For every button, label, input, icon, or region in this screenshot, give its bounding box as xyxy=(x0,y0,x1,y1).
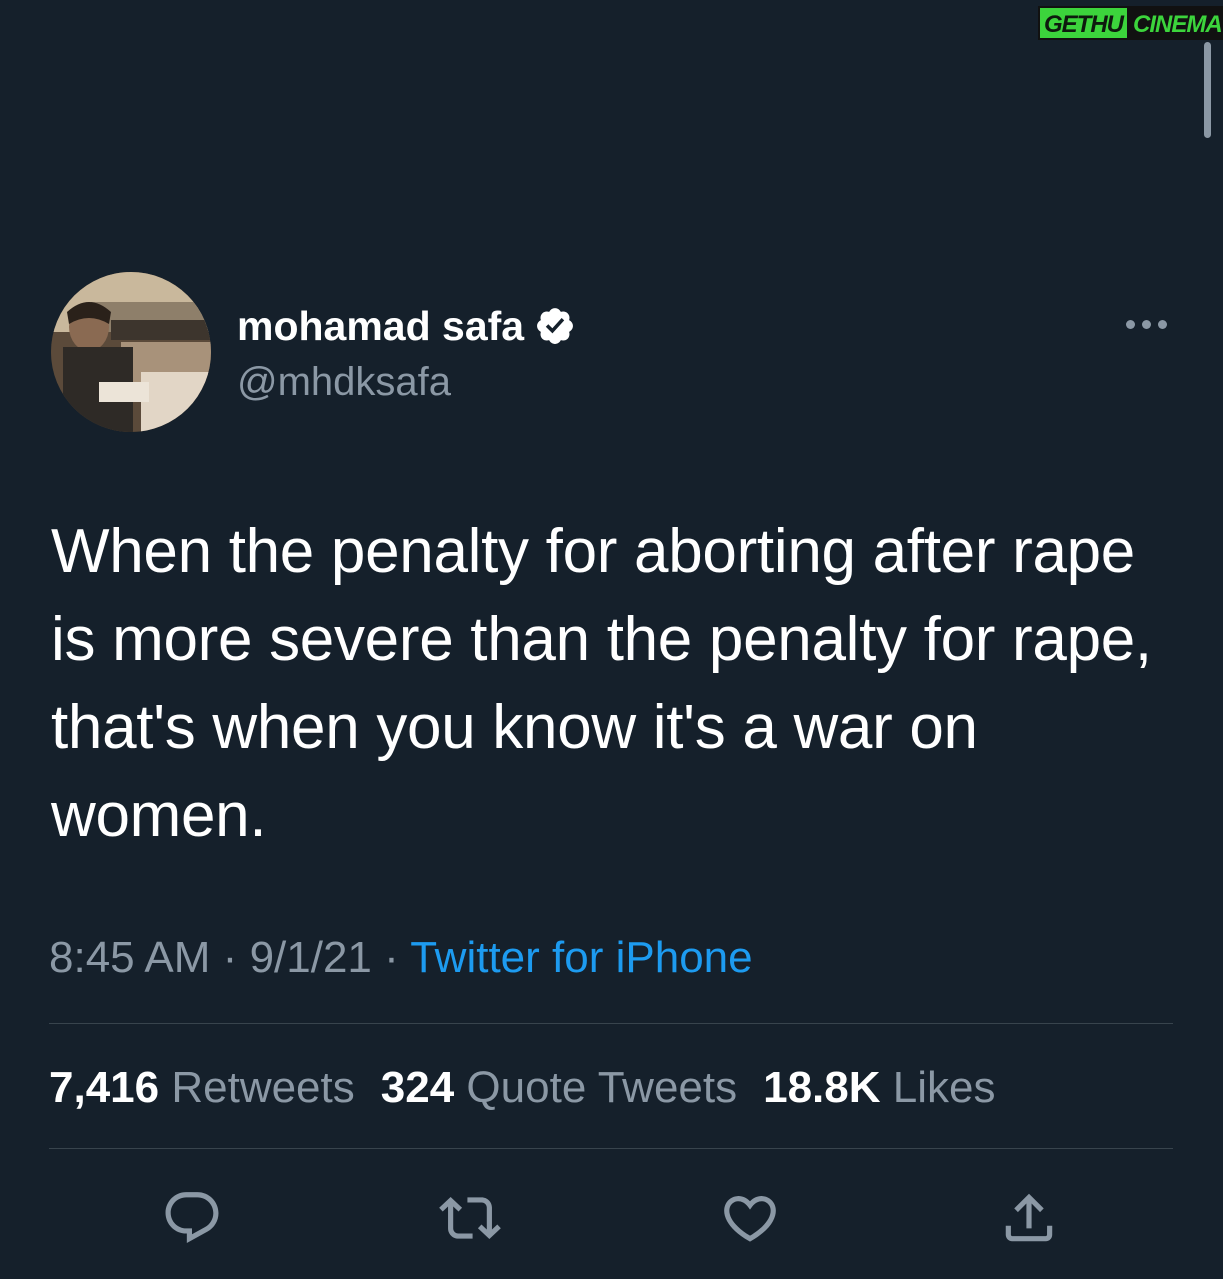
watermark-logo: GETHU CINEMA xyxy=(1038,6,1223,40)
divider xyxy=(49,1148,1173,1149)
tweet-date[interactable]: 9/1/21 xyxy=(250,933,372,982)
quote-tweets-label: Quote Tweets xyxy=(466,1063,738,1112)
avatar[interactable] xyxy=(51,272,211,432)
retweet-button[interactable] xyxy=(438,1186,502,1250)
more-options-button[interactable] xyxy=(1118,304,1174,344)
heart-icon xyxy=(724,1196,776,1242)
verified-badge-icon xyxy=(534,305,576,347)
like-button[interactable] xyxy=(718,1186,782,1250)
scrollbar[interactable] xyxy=(1204,42,1211,138)
tweet-time[interactable]: 8:45 AM xyxy=(49,933,210,982)
meta-separator: · xyxy=(384,933,399,982)
more-dot-icon xyxy=(1141,319,1151,329)
author-handle[interactable]: @mhdksafa xyxy=(237,358,451,406)
retweets-label: Retweets xyxy=(171,1063,355,1112)
retweet-icon xyxy=(439,1197,501,1239)
retweets-count: 7,416 xyxy=(49,1063,160,1112)
avatar-photo xyxy=(51,272,211,432)
watermark-right-text: CINEMA xyxy=(1129,6,1223,40)
watermark-left-text: GETHU xyxy=(1038,6,1129,40)
quote-tweets-count: 324 xyxy=(380,1063,455,1112)
likes-count: 18.8K xyxy=(763,1063,881,1112)
more-dot-icon xyxy=(1157,319,1167,329)
likes-stat[interactable]: 18.8K Likes xyxy=(763,1062,995,1114)
tweet-text: When the penalty for aborting after rape… xyxy=(51,517,1152,850)
meta-separator: · xyxy=(222,933,238,982)
tweet-meta: 8:45 AM · 9/1/21 · Twitter for iPhone xyxy=(49,932,753,984)
reply-button[interactable] xyxy=(160,1186,224,1250)
quote-tweets-stat[interactable]: 324 Quote Tweets xyxy=(381,1062,737,1114)
reply-icon xyxy=(165,1192,219,1244)
divider xyxy=(49,1023,1173,1024)
tweet-stats: 7,416 Retweets 324 Quote Tweets 18.8K Li… xyxy=(49,1062,995,1114)
tweet-screen: GETHU CINEMA mohamad safa @mhdksafa When… xyxy=(0,0,1223,1279)
author-display-name[interactable]: mohamad safa xyxy=(237,302,524,350)
share-button[interactable] xyxy=(997,1186,1061,1250)
likes-label: Likes xyxy=(892,1063,996,1112)
author-name-row[interactable]: mohamad safa xyxy=(237,302,576,350)
share-icon xyxy=(1005,1193,1053,1242)
tweet-source-link[interactable]: Twitter for iPhone xyxy=(410,933,752,982)
more-dot-icon xyxy=(1125,319,1135,329)
retweets-stat[interactable]: 7,416 Retweets xyxy=(49,1062,355,1114)
